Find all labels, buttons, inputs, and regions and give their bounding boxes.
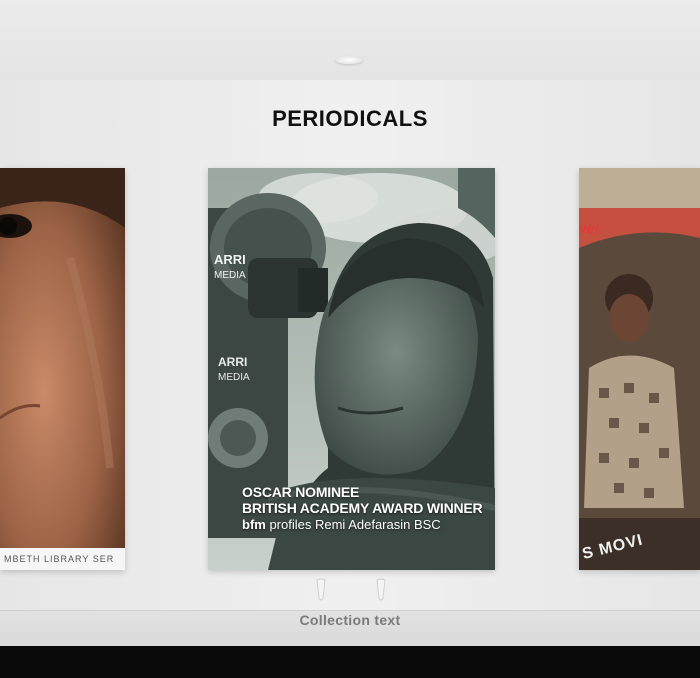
camera-brand-1: ARRI: [214, 252, 246, 267]
section-title: PERIODICALS: [272, 106, 428, 131]
periodical-cover-right[interactable]: ve! S MOVI: [579, 168, 700, 570]
periodical-cover-center[interactable]: ARRI MEDIA ARRI MEDIA OSCAR NOMINEE BRIT…: [208, 168, 495, 570]
cover-headline: OSCAR NOMINEE BRITISH ACADEMY AWARD WINN…: [242, 484, 483, 533]
periodical-cover-left[interactable]: MBETH LIBRARY SER: [0, 168, 125, 570]
left-cover-image: [0, 168, 125, 570]
spotlight-right-icon: [376, 578, 386, 601]
cover-line-profile: bfm profiles Remi Adefarasin BSC: [242, 516, 482, 533]
spotlight-left-icon: [316, 578, 326, 601]
collection-label[interactable]: Collection text: [0, 612, 700, 628]
right-cover-badge: ve!: [579, 220, 600, 236]
cover-profile-text: profiles Remi Adefarasin BSC: [265, 517, 441, 532]
bfm-logo-text: bfm: [242, 517, 266, 532]
bottom-bar: [0, 646, 700, 678]
camera-brand-sub-2: MEDIA: [218, 372, 250, 383]
cover-line-bafta: BRITISH ACADEMY AWARD WINNER: [242, 500, 483, 516]
ceiling: [0, 0, 700, 81]
cover-line-oscar: OSCAR NOMINEE: [242, 484, 360, 500]
left-cover-caption: MBETH LIBRARY SER: [0, 548, 125, 570]
camera-brand-2: ARRI: [218, 355, 247, 369]
camera-brand-sub-1: MEDIA: [214, 270, 246, 281]
ceiling-light: [335, 56, 363, 64]
